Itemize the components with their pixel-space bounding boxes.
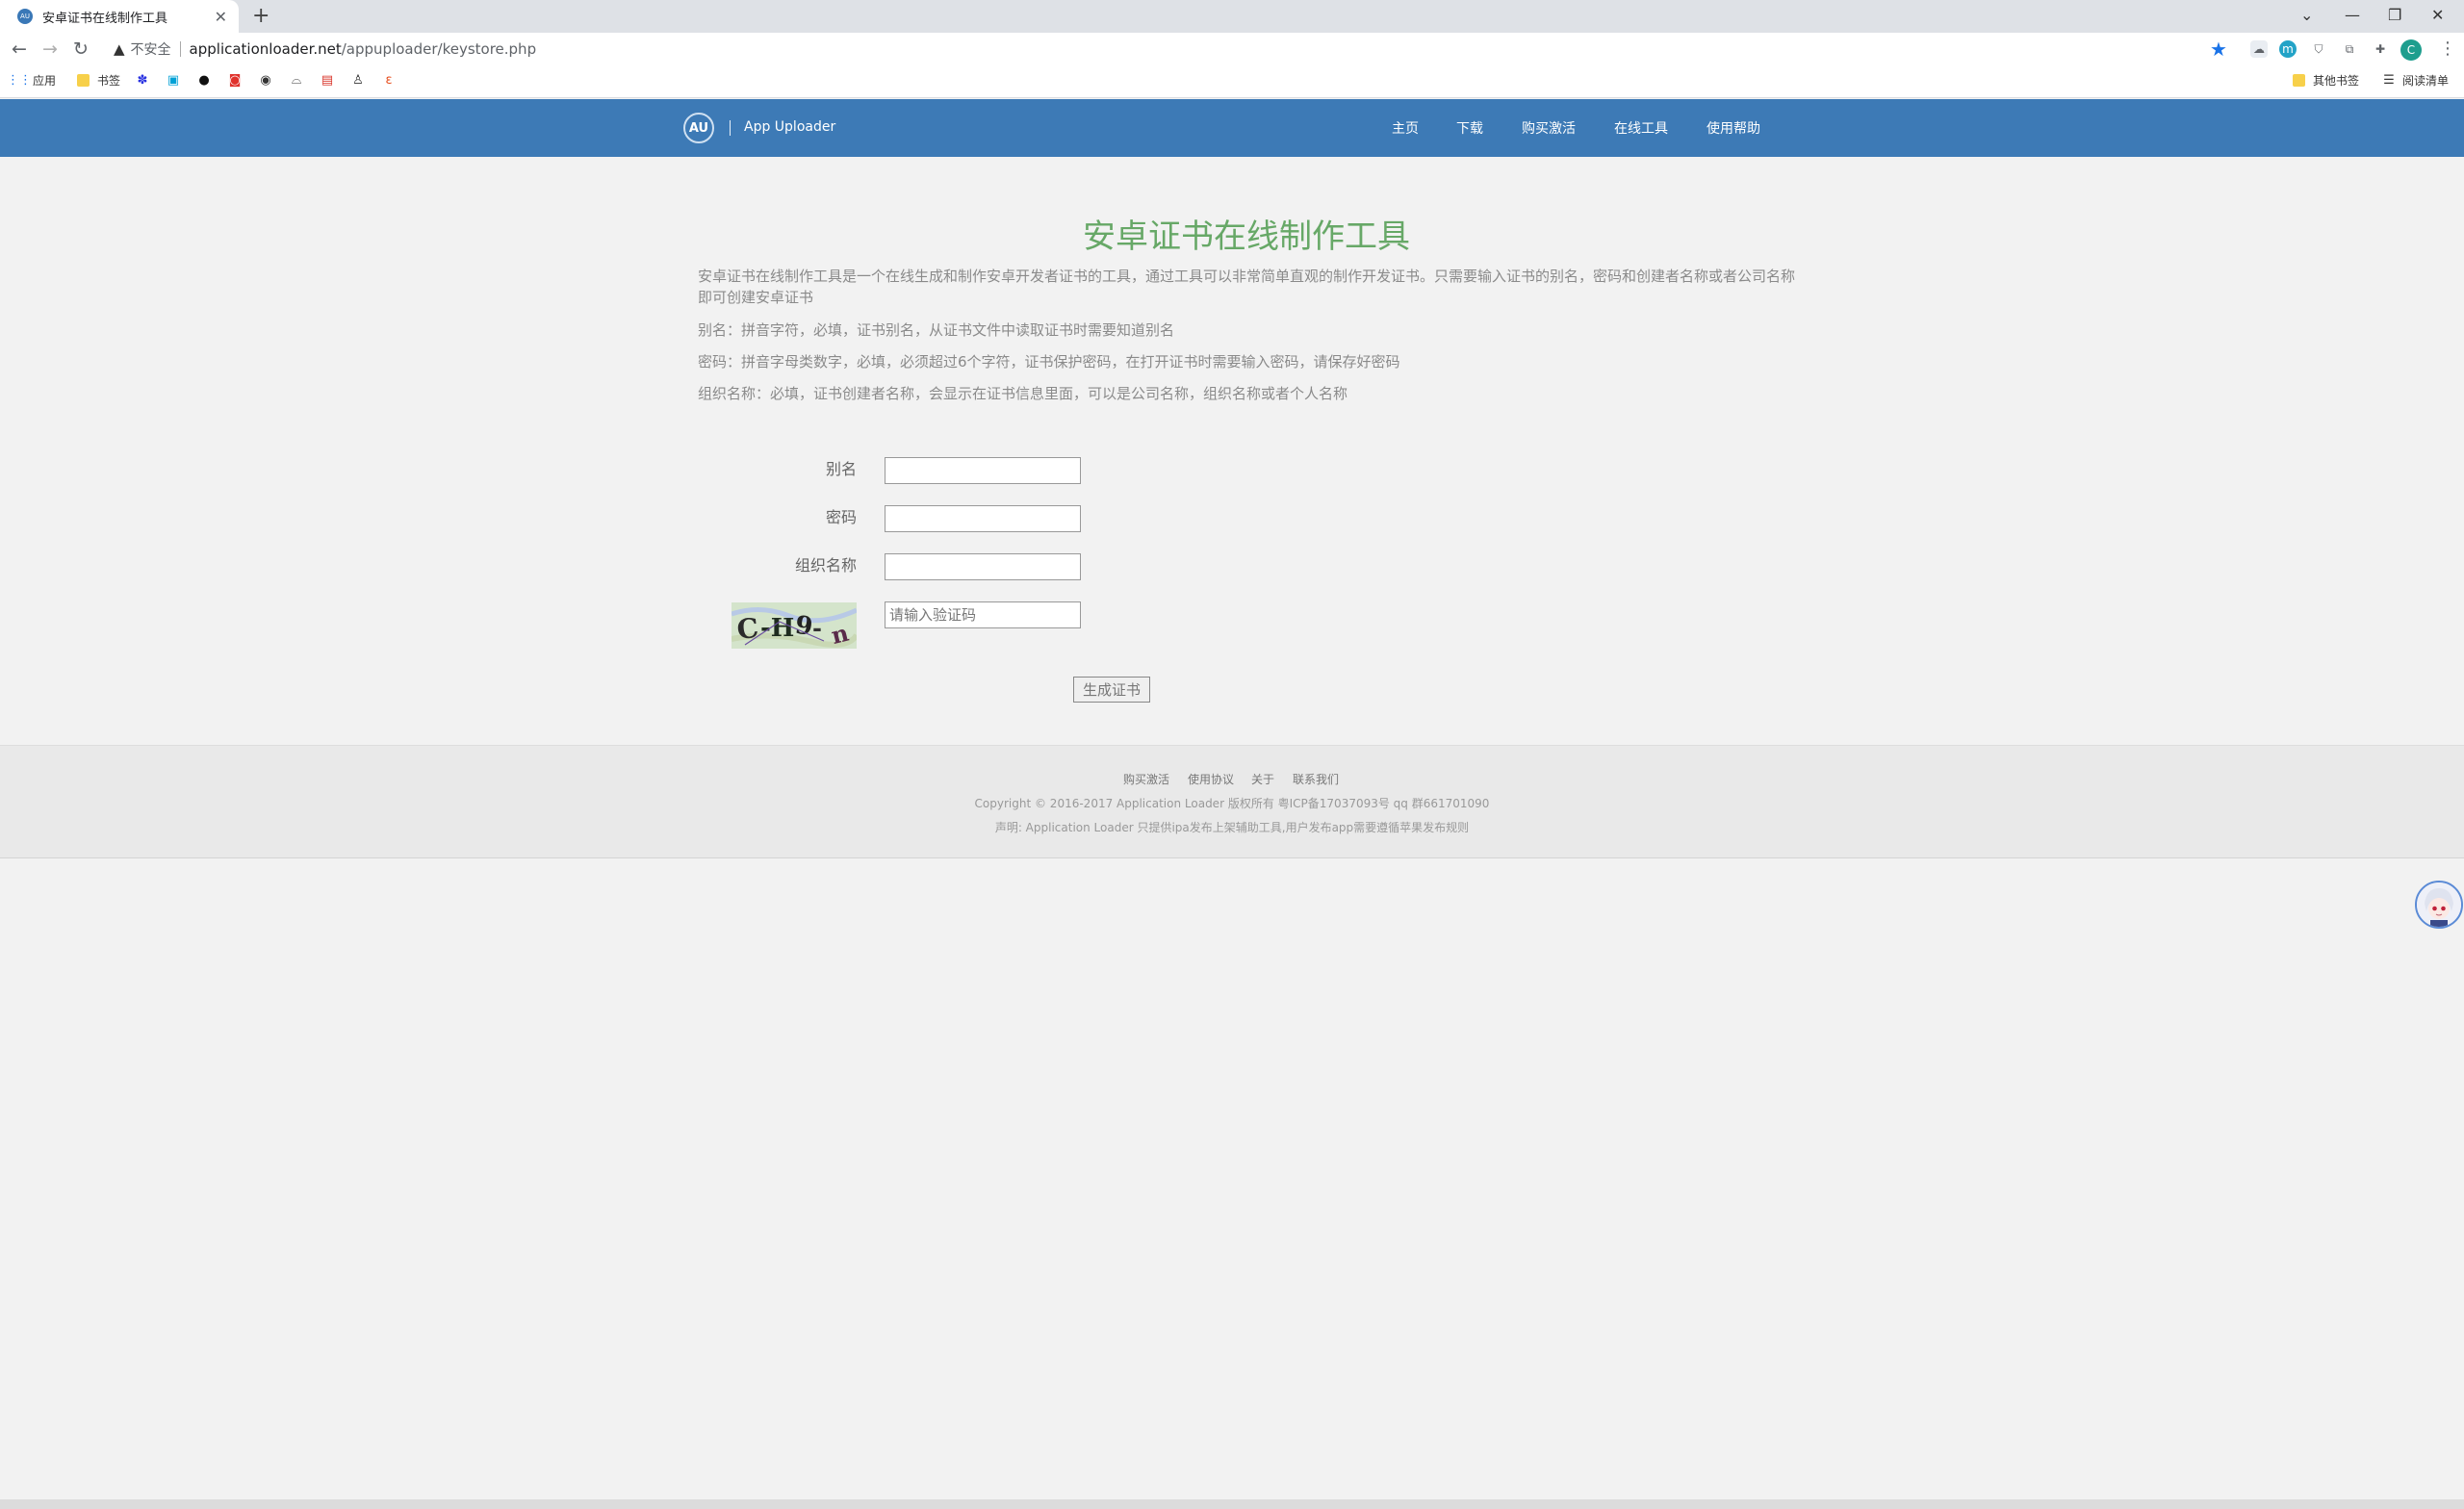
password-label: 密码 — [825, 508, 857, 526]
tab-search-icon[interactable]: ⌄ — [2300, 6, 2313, 24]
svg-text:C: C — [735, 612, 760, 646]
footer-link-about[interactable]: 关于 — [1251, 771, 1274, 787]
github-icon: ● — [198, 72, 210, 88]
minimize-icon[interactable]: — — [2345, 6, 2360, 24]
captcha-graphic: C -H 9 - n — [732, 602, 857, 649]
bookmark-bilibili[interactable]: ▣ — [166, 72, 187, 88]
footer-link-purchase[interactable]: 购买激活 — [1123, 771, 1169, 787]
bookmark-reading-list-label: 阅读清单 — [2402, 74, 2450, 88]
extensions-puzzle-icon[interactable]: ✚ — [2372, 40, 2389, 58]
browser-menu-icon[interactable]: ⋮ — [2439, 38, 2456, 59]
captcha-input[interactable] — [885, 601, 1081, 628]
extension-copy-icon[interactable]: ⧉ — [2341, 40, 2358, 58]
alias-input[interactable] — [885, 457, 1081, 484]
apps-grid-icon: ⋮⋮ — [7, 73, 32, 88]
bookmark-apps-label: 应用 — [33, 74, 57, 88]
bookmark-other-label: 其他书签 — [2313, 74, 2360, 88]
new-tab-icon[interactable]: + — [252, 4, 270, 28]
alias-label: 别名 — [825, 460, 857, 478]
nav-online-tools[interactable]: 在线工具 — [1614, 118, 1668, 138]
url-divider — [179, 41, 181, 57]
swirl-icon: ε — [385, 72, 393, 88]
bookmark-swirl[interactable]: ε — [381, 72, 402, 88]
site-footer: 购买激活 使用协议 关于 联系我们 Copyright © 2016-2017 … — [0, 745, 2464, 858]
description-password: 密码：拼音字母类数字，必填，必须超过6个字符，证书保护密码，在打开证书时需要输入… — [698, 353, 1400, 371]
bookmark-github[interactable]: ● — [196, 72, 218, 88]
extension-cloud-icon[interactable]: ☁ — [2250, 40, 2268, 58]
description-intro: 安卓证书在线制作工具是一个在线生成和制作安卓开发者证书的工具，通过工具可以非常简… — [698, 268, 1796, 306]
forward-icon[interactable]: → — [42, 38, 58, 60]
extension-m-icon[interactable]: m — [2279, 40, 2297, 58]
bookmark-folder-label: 书签 — [97, 74, 121, 88]
bookmark-star-icon[interactable]: ★ — [2210, 38, 2227, 61]
org-name-input[interactable] — [885, 553, 1081, 580]
assistant-avatar-icon[interactable] — [2415, 881, 2463, 929]
nav-download[interactable]: 下载 — [1456, 118, 1483, 138]
window-close-icon[interactable]: ✕ — [2431, 6, 2444, 24]
insecure-label: 不安全 — [130, 42, 171, 58]
baidu-paw-icon: ✽ — [137, 72, 148, 88]
bookmark-red[interactable]: ◙ — [227, 72, 248, 88]
reading-list-icon: ☰ — [2383, 73, 2395, 88]
footer-link-contact[interactable]: 联系我们 — [1293, 771, 1339, 787]
browser-tabstrip: AU 安卓证书在线制作工具 ✕ + ⌄ — ❐ ✕ — [0, 0, 2464, 33]
password-input[interactable] — [885, 505, 1081, 532]
footer-link-terms[interactable]: 使用协议 — [1188, 771, 1234, 787]
bookmark-folder[interactable]: 书签 — [77, 72, 120, 89]
back-icon[interactable]: ← — [12, 38, 27, 60]
bilibili-tv-icon: ▣ — [167, 72, 180, 88]
warning-icon[interactable]: ▲ — [114, 40, 125, 58]
window-bottom-edge — [0, 1499, 2464, 1509]
logo-divider — [730, 120, 731, 136]
description-org: 组织名称：必填，证书创建者名称，会显示在证书信息里面，可以是公司名称，组织名称或… — [698, 385, 1348, 402]
url-path: /appuploader/keystore.php — [341, 40, 537, 58]
nav-home[interactable]: 主页 — [1392, 118, 1419, 138]
bookmark-reading-list[interactable]: ☰ 阅读清单 — [2381, 72, 2449, 89]
browser-toolbar: ← → ↻ ▲ 不安全 applicationloader.net/appupl… — [0, 33, 2464, 65]
description-alias: 别名：拼音字符，必填，证书别名，从证书文件中读取证书时需要知道别名 — [698, 321, 1175, 339]
footer-copyright: Copyright © 2016-2017 Application Loader… — [974, 797, 1490, 810]
bookmark-apps[interactable]: ⋮⋮ 应用 — [7, 72, 57, 89]
anime-character-graphic — [2417, 882, 2461, 927]
bookmark-disc[interactable]: ◉ — [258, 72, 279, 88]
svg-text:-H: -H — [760, 614, 794, 643]
profile-avatar-icon[interactable]: C — [2400, 39, 2422, 61]
nav-purchase[interactable]: 购买激活 — [1522, 118, 1576, 138]
brand-name[interactable]: App Uploader — [744, 119, 835, 135]
red-site-icon: ◙ — [228, 72, 242, 88]
browser-tab[interactable]: AU 安卓证书在线制作工具 ✕ — [0, 0, 239, 33]
disc-icon: ◉ — [260, 72, 271, 88]
nav-help[interactable]: 使用帮助 — [1707, 118, 1760, 138]
bookmarks-bar: ⋮⋮ 应用 书签 ✽ ▣ ● ◙ ◉ ⌓ ▤ ♙ ε 其他书签 ☰ 阅读清单 — [0, 65, 2464, 98]
url-host: applicationloader.net — [189, 40, 342, 58]
site-logo[interactable]: AU — [683, 113, 714, 143]
page-title: 安卓证书在线制作工具 — [1083, 217, 1410, 256]
captcha-image[interactable]: C -H 9 - n — [732, 602, 857, 649]
site-header: AU App Uploader 主页 下载 购买激活 在线工具 使用帮助 — [0, 99, 2464, 157]
hat-icon: ⌓ — [291, 72, 302, 88]
footer-notice: 声明: Application Loader 只提供ipa发布上架辅助工具,用户… — [994, 821, 1470, 834]
bookmark-gift[interactable]: ▤ — [320, 72, 341, 88]
extension-shield-icon[interactable]: ⛉ — [2310, 40, 2327, 58]
bookmark-hat[interactable]: ⌓ — [289, 72, 310, 88]
address-bar[interactable]: ▲ 不安全 applicationloader.net/appuploader/… — [108, 36, 2216, 63]
bookmark-person[interactable]: ♙ — [350, 72, 372, 88]
folder-icon — [2293, 74, 2305, 87]
tab-title: 安卓证书在线制作工具 — [42, 11, 168, 26]
close-icon[interactable]: ✕ — [215, 8, 227, 26]
reload-icon[interactable]: ↻ — [73, 38, 89, 60]
generate-certificate-button[interactable]: 生成证书 — [1073, 677, 1150, 703]
site-favicon-icon: AU — [17, 9, 33, 24]
restore-icon[interactable]: ❐ — [2388, 6, 2401, 24]
bookmark-other[interactable]: 其他书签 — [2293, 72, 2359, 89]
folder-icon — [77, 74, 90, 87]
person-icon: ♙ — [352, 72, 364, 88]
bookmark-baidu[interactable]: ✽ — [135, 72, 156, 88]
gift-icon: ▤ — [321, 72, 334, 88]
org-label: 组织名称 — [794, 556, 857, 575]
